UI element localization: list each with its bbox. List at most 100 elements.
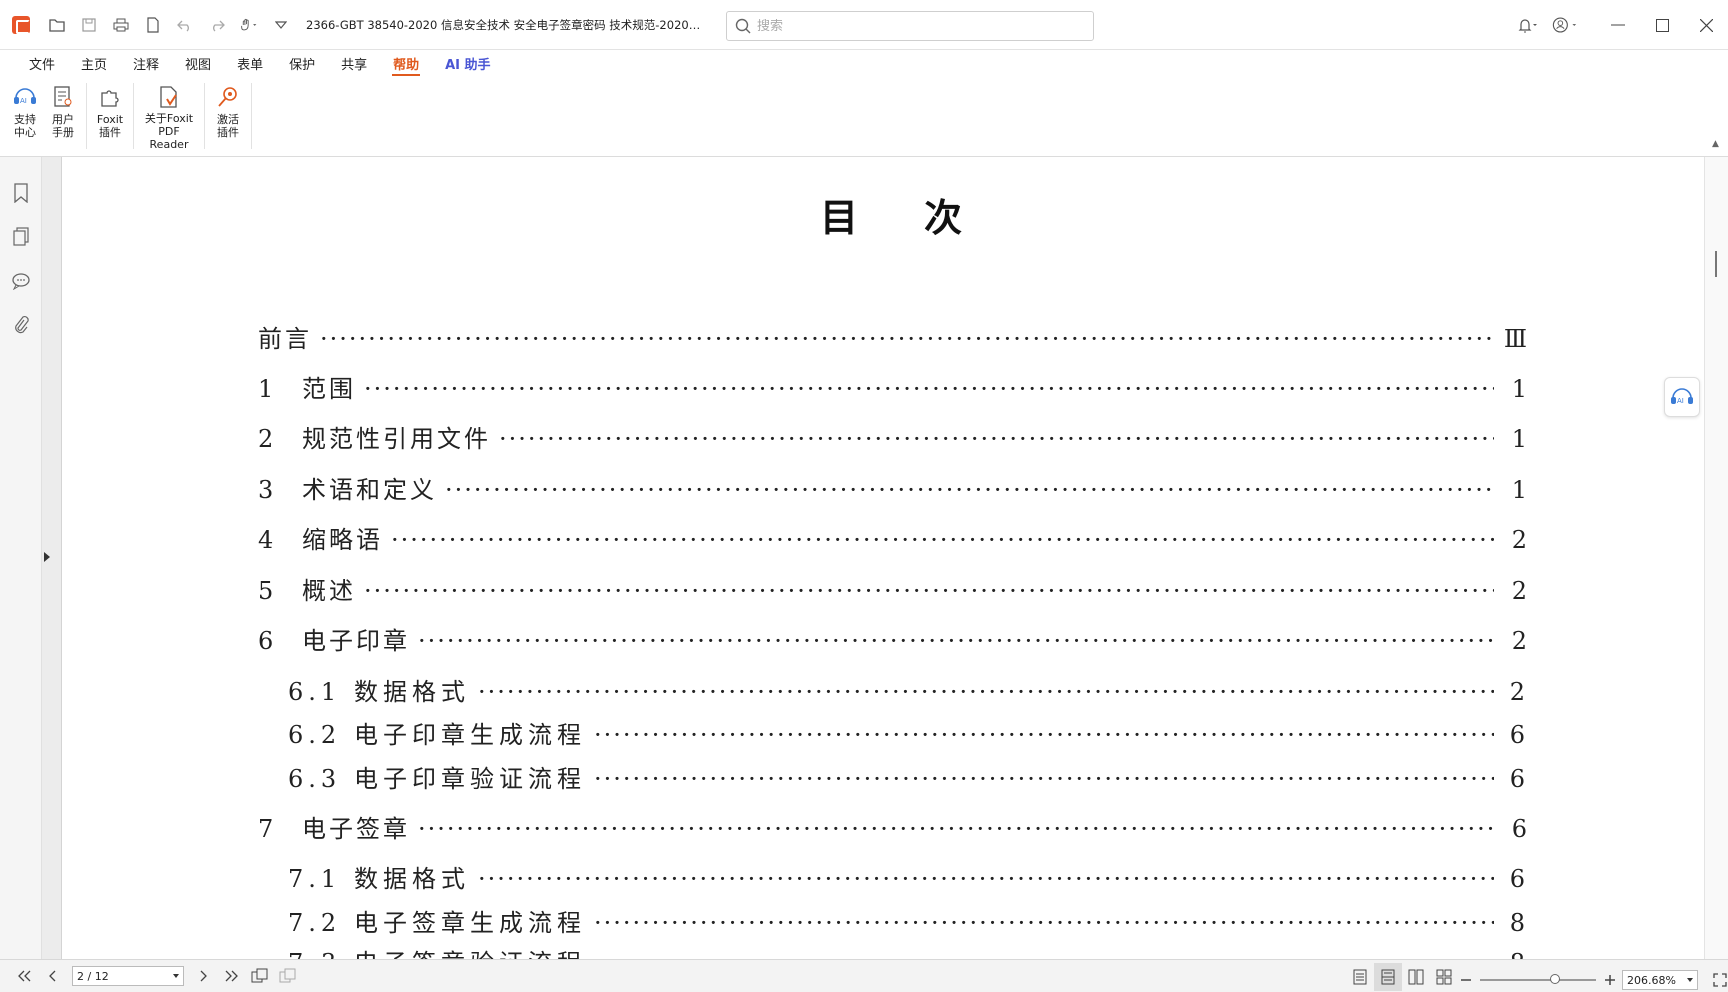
toc-entry[interactable]: 3 术语和定义 ································… — [258, 470, 1530, 505]
attachment-icon[interactable] — [0, 303, 42, 347]
previous-view-icon[interactable] — [246, 962, 274, 990]
expand-panel-arrow-icon[interactable] — [44, 552, 50, 562]
toc-heading: 目次 — [819, 195, 1028, 240]
tab-comment[interactable]: 注释 — [120, 50, 172, 77]
maximize-button[interactable] — [1640, 0, 1684, 50]
toc-entry[interactable]: 前言 ·····································… — [258, 319, 1530, 354]
support-center-button[interactable]: AI 支持 中心 — [6, 77, 44, 151]
comments-icon[interactable] — [0, 259, 42, 303]
ai-headset-icon: AI — [1671, 388, 1693, 405]
zoom-dropdown-caret-icon[interactable] — [1687, 978, 1693, 982]
single-page-view-icon[interactable] — [1346, 963, 1374, 991]
titlebar-right — [1512, 0, 1728, 50]
hand-tool-icon[interactable] — [240, 16, 258, 34]
ribbon-separator — [86, 83, 87, 149]
toc-entry[interactable]: 7.1 数据格式 ·······························… — [288, 859, 1530, 894]
foxit-plugins-label: Foxit 插件 — [96, 113, 124, 139]
view-mode-group — [1346, 963, 1458, 991]
next-page-icon[interactable] — [190, 962, 218, 990]
about-foxit-button[interactable]: 关于Foxit PDF Reader — [138, 77, 200, 151]
continuous-view-icon[interactable] — [1374, 963, 1402, 991]
page-number-input[interactable]: 2 / 12 — [72, 966, 184, 986]
account-icon[interactable] — [1552, 12, 1578, 38]
customize-toolbar-icon[interactable] — [272, 16, 290, 34]
activate-plugin-label: 激活 插件 — [217, 113, 239, 139]
toc-entry[interactable]: 1 范围 ···································… — [258, 369, 1530, 404]
foxit-reader-window: 2366-GBT 38540-2020 信息安全技术 安全电子签章密码 技术规范… — [0, 0, 1728, 992]
menu-tabs: 文件 主页 注释 视图 表单 保护 共享 帮助 AI 助手 — [0, 50, 1728, 77]
title-bar: 2366-GBT 38540-2020 信息安全技术 安全电子签章密码 技术规范… — [0, 0, 1728, 50]
zoom-in-icon[interactable] — [1602, 966, 1618, 992]
toc-entry[interactable]: 7.3 电子签章验证流程 ···························… — [288, 943, 1530, 959]
toc-entry[interactable]: 5 概述 ···································… — [258, 571, 1530, 606]
support-center-label: 支持 中心 — [14, 113, 36, 139]
toc-entry[interactable]: 6 电子印章 ·································… — [258, 621, 1530, 656]
document-view[interactable]: 目次 前言 ··································… — [62, 157, 1704, 959]
scrollbar-thumb[interactable] — [1715, 251, 1717, 277]
search-input[interactable] — [757, 18, 1057, 34]
toc-entry[interactable]: 2 规范性引用文件 ······························… — [258, 419, 1530, 454]
ribbon-separator — [204, 83, 205, 149]
toc-entry[interactable]: 6.1 数据格式 ·······························… — [288, 672, 1530, 707]
manual-icon — [50, 83, 76, 111]
user-manual-button[interactable]: 用户 手册 — [44, 77, 82, 151]
tab-view[interactable]: 视图 — [172, 50, 224, 77]
plugin-icon — [97, 83, 123, 111]
ai-assistant-float-button[interactable]: AI — [1664, 377, 1700, 417]
save-icon[interactable] — [80, 16, 98, 34]
last-page-icon[interactable] — [218, 962, 246, 990]
close-button[interactable] — [1684, 0, 1728, 50]
zoom-level-input[interactable]: 206.68% — [1622, 970, 1698, 990]
tab-help[interactable]: 帮助 — [380, 50, 432, 77]
zoom-slider[interactable] — [1480, 974, 1596, 984]
fullscreen-icon[interactable] — [1706, 966, 1728, 992]
toc-entry[interactable]: 4 缩略语 ··································… — [258, 520, 1530, 555]
tab-home[interactable]: 主页 — [68, 50, 120, 77]
toc-entry[interactable]: 7 电子签章 ·································… — [258, 809, 1530, 844]
about-icon — [156, 83, 182, 110]
tab-protect[interactable]: 保护 — [276, 50, 328, 77]
search-box[interactable] — [726, 11, 1094, 41]
document-title: 2366-GBT 38540-2020 信息安全技术 安全电子签章密码 技术规范… — [306, 17, 702, 32]
notification-bell-icon[interactable] — [1512, 12, 1538, 38]
page-dropdown-caret-icon[interactable] — [173, 974, 179, 978]
ribbon-help: AI 支持 中心 用户 手册 Foxit 插件 关于Foxit PDF Read… — [0, 77, 1728, 157]
vertical-scrollbar[interactable]: ▲ — [1704, 139, 1728, 959]
ribbon-separator — [133, 83, 134, 149]
tab-share[interactable]: 共享 — [328, 50, 380, 77]
app-logo-icon[interactable] — [12, 15, 30, 34]
tab-ai-assistant[interactable]: AI 助手 — [432, 50, 503, 77]
toc-entry[interactable]: 6.3 电子印章验证流程 ···························… — [288, 759, 1530, 794]
new-document-icon[interactable] — [144, 16, 162, 34]
facing-view-icon[interactable] — [1402, 963, 1430, 991]
activate-plugin-button[interactable]: 激活 插件 — [209, 77, 247, 151]
page-thumbnails-icon[interactable] — [0, 215, 42, 259]
print-icon[interactable] — [112, 16, 130, 34]
svg-text:AI: AI — [20, 97, 27, 105]
foxit-plugins-button[interactable]: Foxit 插件 — [91, 77, 129, 151]
scroll-up-arrow-icon[interactable]: ▲ — [1712, 139, 1719, 149]
zoom-slider-knob[interactable] — [1550, 974, 1560, 984]
zoom-controls: 206.68% — [1458, 966, 1728, 992]
next-view-icon[interactable] — [274, 962, 302, 990]
undo-icon[interactable] — [176, 16, 194, 34]
search-icon — [735, 18, 751, 34]
tab-form[interactable]: 表单 — [224, 50, 276, 77]
toc-entry[interactable]: 7.2 电子签章生成流程 ···························… — [288, 903, 1530, 938]
minimize-button[interactable] — [1596, 0, 1640, 50]
svg-text:AI: AI — [1677, 397, 1684, 405]
navigation-panel — [0, 157, 42, 959]
about-foxit-label: 关于Foxit PDF Reader — [144, 112, 194, 151]
activate-key-icon — [215, 83, 241, 111]
toc-entry[interactable]: 6.2 电子印章生成流程 ···························… — [288, 715, 1530, 750]
previous-page-icon[interactable] — [38, 962, 66, 990]
ribbon-separator — [251, 83, 252, 149]
bookmark-icon[interactable] — [0, 171, 42, 215]
continuous-facing-view-icon[interactable] — [1430, 963, 1458, 991]
zoom-out-icon[interactable] — [1458, 966, 1474, 992]
open-folder-icon[interactable] — [48, 16, 66, 34]
redo-icon[interactable] — [208, 16, 226, 34]
first-page-icon[interactable] — [10, 962, 38, 990]
status-bar: 2 / 12 206.68% — [0, 959, 1728, 992]
tab-file[interactable]: 文件 — [16, 50, 68, 77]
